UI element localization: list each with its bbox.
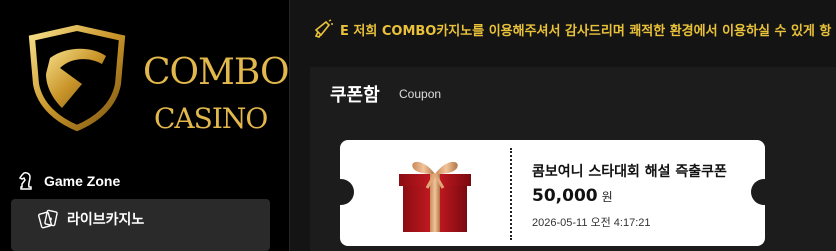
gift-box-icon [399,161,471,232]
coupon-notch-right [751,179,777,205]
shield-emblem-icon [28,24,126,132]
coupon-date: 2026-05-11 오전 4:17:21 [532,217,651,229]
coupon-amount: 50,000 원 [532,186,613,206]
game-zone-heading: Game Zone [16,171,120,191]
coupon-name: 콤보여니 스타대회 해설 즉출쿠폰 [532,164,727,180]
brand-line1: COMBO [143,52,290,93]
playing-cards-icon [37,209,58,229]
divider [289,0,290,251]
notice-marquee: E 저희 COMBO카지노를 이용해주셔서 감사드리며 쾌적한 환경에서 이용하… [312,14,836,44]
brand-logo[interactable]: COMBO CASINO [22,24,290,135]
panel-title: 쿠폰함 [330,85,380,106]
game-zone-label: Game Zone [44,173,121,189]
brand-line2: CASINO [154,102,268,135]
notice-text: E 저희 COMBO카지노를 이용해주셔서 감사드리며 쾌적한 환경에서 이용하… [340,23,832,39]
coupon-card[interactable]: 콤보여니 스타대회 해설 즉출쿠폰 50,000 원 2026-05-11 오전 … [328,140,777,246]
coupon-amount-unit: 원 [601,190,613,204]
coupon-panel: 쿠폰함 Coupon 콤보여니 스타대회 해설 즉출쿠폰 50,000 원 20… [310,67,836,251]
sidebar-item-live-casino[interactable]: 라이브카지노 [11,199,270,251]
megaphone-icon [314,19,333,38]
chess-knight-icon [18,172,32,190]
coupon-amount-value: 50,000 [532,186,598,206]
panel-subtitle: Coupon [399,87,442,101]
coupon-notch-left [328,179,354,205]
coupon-perforation [510,148,512,240]
sidebar: COMBO CASINO Game Zone 라이브카지노 [0,0,290,251]
sidebar-item-label: 라이브카지노 [67,212,145,228]
